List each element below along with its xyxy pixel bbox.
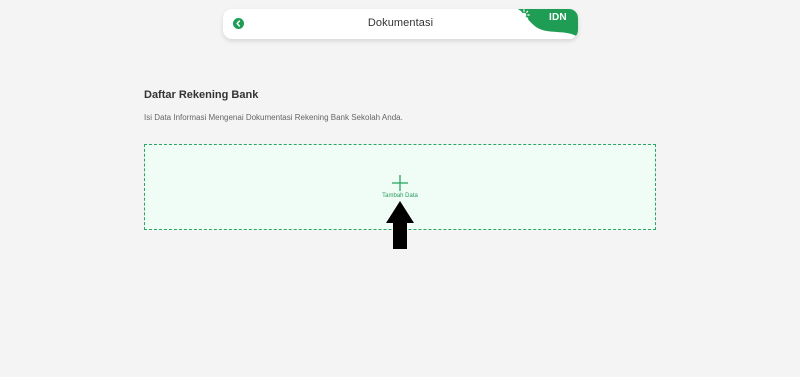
- arrow-up-icon: [386, 201, 414, 249]
- top-header-bar: Dokumentasi IDN: [223, 9, 578, 39]
- brand-label: IDN: [549, 12, 567, 23]
- plus-icon: [392, 175, 408, 191]
- section-title: Daftar Rekening Bank: [144, 89, 259, 101]
- sun-icon: [518, 9, 530, 21]
- section-description: Isi Data Informasi Mengenai Dokumentasi …: [144, 113, 403, 122]
- add-data-label: Tambah Data: [382, 193, 418, 199]
- brand-logo: IDN: [518, 9, 578, 39]
